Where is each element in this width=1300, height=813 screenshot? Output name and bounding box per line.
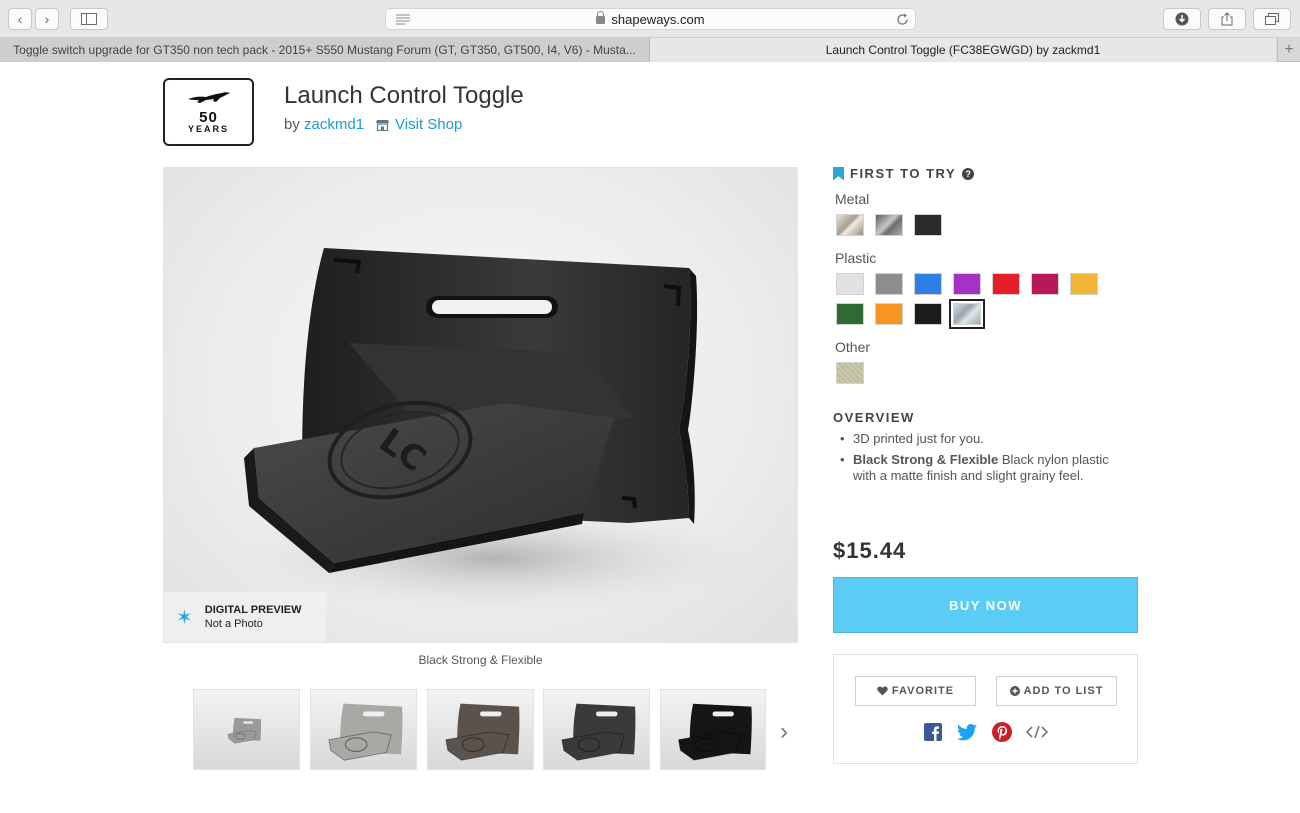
thumbnail-light-grey[interactable] (310, 689, 417, 770)
swatch-plastic-1[interactable] (836, 273, 864, 295)
swatch-plastic-7[interactable] (1070, 273, 1098, 295)
swatch-plastic-9[interactable] (875, 303, 903, 325)
tabs-icon (1265, 13, 1279, 25)
material-group-metal: Metal (835, 191, 870, 207)
new-tab-button[interactable]: + (1277, 38, 1300, 62)
logo-years: YEARS (187, 123, 229, 134)
thumbnail-render (328, 703, 403, 761)
digital-preview-badge: ✶ DIGITAL PREVIEW Not a Photo (164, 592, 326, 642)
address-bar[interactable]: shapeways.com (385, 8, 916, 30)
swatch-plastic-8[interactable] (836, 303, 864, 325)
digital-preview-title: DIGITAL PREVIEW (204, 604, 302, 616)
forward-button[interactable]: › (35, 8, 59, 30)
bookmark-icon (833, 166, 844, 181)
overview-bold: Black Strong & Flexible (853, 452, 999, 467)
thumbnail-dark[interactable] (543, 689, 650, 770)
byline: by zackmd1 Visit Shop (284, 116, 462, 133)
overview-item: 3D printed just for you. (840, 431, 1130, 447)
overview-item: Black Strong & Flexible Black nylon plas… (840, 452, 1130, 484)
heart-icon (877, 686, 888, 696)
tab-launch-control-toggle[interactable]: Launch Control Toggle (FC38EGWGD) by zac… (650, 38, 1276, 62)
add-to-list-button[interactable]: ADD TO LIST (996, 676, 1117, 706)
digital-preview-subtitle: Not a Photo (204, 618, 263, 630)
author-link[interactable]: zackmd1 (304, 116, 364, 133)
swatch-plastic-10[interactable] (914, 303, 942, 325)
chevron-left-icon: ‹ (17, 11, 23, 27)
swatch-plastic-2[interactable] (875, 273, 903, 295)
thumbnail-render (677, 703, 752, 761)
swatch-metal-3[interactable] (914, 214, 942, 236)
share-button[interactable] (1208, 8, 1246, 30)
tab-label: Toggle switch upgrade for GT350 non tech… (13, 43, 636, 57)
swatch-plastic-3[interactable] (914, 273, 942, 295)
share-icon (1221, 12, 1233, 26)
swatch-plastic-5[interactable] (992, 273, 1020, 295)
material-caption: Black Strong & Flexible (418, 653, 543, 667)
product-title: Launch Control Toggle (284, 82, 524, 109)
swatch-plastic-4[interactable] (953, 273, 981, 295)
by-text: by (284, 116, 300, 133)
facebook-icon[interactable] (922, 721, 944, 743)
sparkle-icon: ✶ (176, 606, 193, 629)
thumbnail-render (561, 703, 636, 761)
tab-label: Launch Control Toggle (FC38EGWGD) by zac… (825, 43, 1101, 57)
sidebar-icon (81, 13, 97, 25)
swatch-other-1[interactable] (836, 362, 864, 384)
price: $15.44 (833, 538, 907, 563)
sidebar-toggle-button[interactable] (70, 8, 108, 30)
swatch-metal-1[interactable] (836, 214, 864, 236)
back-button[interactable]: ‹ (8, 8, 32, 30)
twitter-icon[interactable] (956, 721, 978, 743)
visit-shop-link[interactable]: Visit Shop (395, 116, 462, 133)
browser-toolbar: ‹ › shapeways.com (0, 0, 1300, 38)
thumbnail-render (227, 717, 262, 744)
swatch-plastic-11[interactable] (949, 299, 985, 329)
overview-heading: OVERVIEW (833, 410, 915, 425)
chevron-right-icon: › (44, 11, 50, 27)
download-icon (1175, 12, 1189, 26)
embed-code-icon[interactable] (1026, 721, 1048, 743)
url-text: shapeways.com (611, 11, 705, 27)
thumbnail-bronze[interactable] (427, 689, 534, 770)
reload-icon[interactable] (896, 13, 909, 26)
help-icon[interactable]: ? (962, 167, 975, 180)
add-to-list-label: ADD TO LIST (1023, 685, 1104, 697)
tabs-overview-button[interactable] (1253, 8, 1291, 30)
thumbnail-small-grey[interactable] (193, 689, 300, 770)
reader-icon (396, 14, 410, 25)
overview-list: 3D printed just for you. Black Strong & … (840, 431, 1130, 489)
plus-icon: + (1284, 41, 1294, 58)
chevron-right-icon[interactable]: › (780, 718, 788, 746)
first-to-try-label: FIRST TO TRY (850, 166, 957, 181)
material-group-other: Other (835, 339, 871, 355)
pinterest-icon[interactable] (991, 721, 1013, 743)
favorite-button[interactable]: FAVORITE (855, 676, 976, 706)
swatch-metal-2[interactable] (875, 214, 903, 236)
logo-number: 50 (199, 108, 218, 126)
lock-icon (596, 11, 606, 24)
shop-logo[interactable]: 50 YEARS (163, 78, 254, 146)
tab-mustang-forum[interactable]: Toggle switch upgrade for GT350 non tech… (0, 38, 650, 62)
material-group-plastic: Plastic (835, 250, 877, 266)
actions-panel: FAVORITE ADD TO LIST (833, 654, 1138, 764)
product-render: LC (234, 248, 754, 613)
swatch-plastic-6[interactable] (1031, 273, 1059, 295)
buy-now-button[interactable]: BUY NOW (833, 577, 1138, 633)
overview-text: 3D printed just for you. (853, 431, 984, 446)
tab-bar: Toggle switch upgrade for GT350 non tech… (0, 38, 1300, 62)
downloads-button[interactable] (1163, 8, 1201, 30)
product-preview[interactable]: LC ✶ DIGITAL PREVIEW Not a Photo (163, 167, 798, 643)
thumbnail-render (445, 703, 520, 761)
plus-circle-icon (1009, 686, 1020, 696)
shop-icon (376, 119, 390, 131)
favorite-label: FAVORITE (891, 685, 955, 697)
first-to-try-heading: FIRST TO TRY ? (833, 166, 975, 181)
thumbnail-black[interactable] (660, 689, 766, 770)
mustang-horse-icon (187, 91, 230, 103)
